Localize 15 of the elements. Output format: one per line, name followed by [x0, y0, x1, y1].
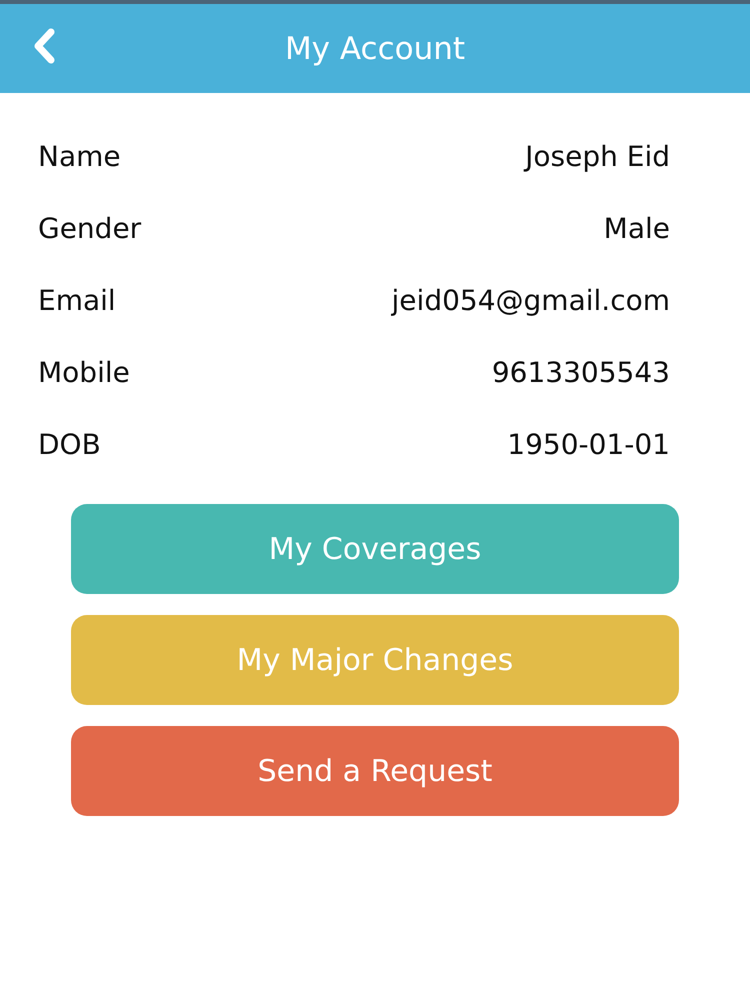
field-value: 9613305543: [492, 356, 670, 389]
menu-button[interactable]: My Coverages: [71, 504, 679, 594]
field-label: Name: [38, 140, 121, 173]
field-label: Mobile: [38, 356, 130, 389]
field-label: DOB: [38, 428, 101, 461]
field-value: 1950-01-01: [507, 428, 670, 461]
field-label: Gender: [38, 212, 142, 245]
back-icon[interactable]: [33, 28, 57, 64]
field-value: jeid054@gmail.com: [392, 284, 670, 317]
menu-button[interactable]: Send a Request: [71, 726, 679, 816]
menu-button[interactable]: My Major Changes: [71, 615, 679, 705]
field-value: Joseph Eid: [525, 140, 670, 173]
field-label: Email: [38, 284, 116, 317]
screen-title: My Account: [284, 30, 466, 66]
field-value: Male: [604, 212, 670, 245]
